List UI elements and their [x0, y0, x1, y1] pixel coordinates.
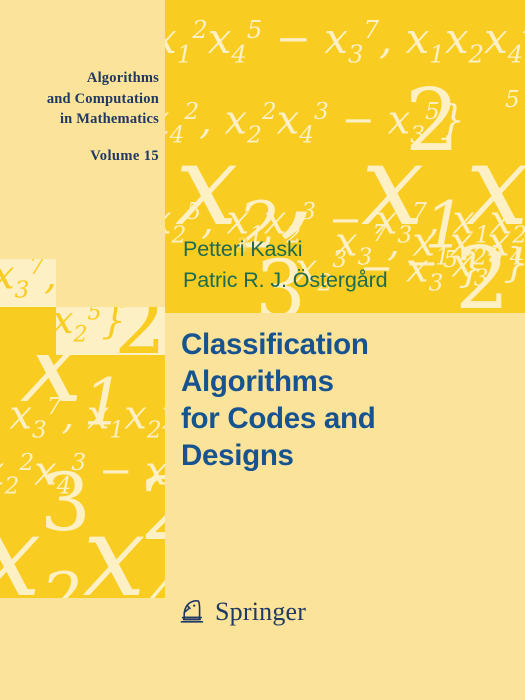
author-name: Patric R. J. Östergård — [183, 267, 388, 292]
page-title: Classification Algorithms for Codes and … — [181, 327, 511, 475]
publisher-name: Springer — [215, 596, 307, 626]
title-line: Classification — [181, 328, 369, 361]
math-expression: − — [0, 355, 20, 357]
background-block-mid-strip: x25} 2 — [56, 307, 165, 355]
series-title-line-1: Algorithms — [86, 70, 159, 86]
math-expression: x12x45 − x37, x1x2x44 − x — [165, 14, 525, 69]
publisher-logo: Springer — [178, 596, 306, 627]
volume-label: Volume 15 — [90, 148, 159, 164]
series-title: Algorithms and Computation in Mathematic… — [0, 68, 165, 130]
background-block-notch: x37, — [0, 259, 56, 307]
math-expression-large: 2 — [140, 467, 165, 553]
title-line: for Codes and — [181, 401, 376, 435]
math-expression: x37, — [0, 259, 56, 304]
title-line: Designs — [181, 438, 294, 472]
math-expression-large: 2 — [455, 229, 510, 313]
author-name: Petteri Kaski — [183, 237, 303, 261]
knight-chess-piece-icon — [180, 600, 204, 623]
background-block-lower-left: − x1 , x37, x1x2x x22x43 − x35} 3 x2x4 2 — [0, 355, 165, 598]
series-title-line-3: in Mathematics — [59, 111, 159, 128]
math-expression-large: 2 — [114, 307, 165, 355]
book-cover: x12x45 − x37, x1x2x44 − x x42, x22x43 − … — [0, 0, 525, 700]
title-line: Algorithms — [181, 364, 334, 398]
math-expression: , x37, x1x2x — [0, 392, 165, 444]
author-list: Petteri Kaski Patric R. J. Östergård — [183, 234, 388, 295]
series-title-line-2: and Computation — [46, 90, 159, 107]
